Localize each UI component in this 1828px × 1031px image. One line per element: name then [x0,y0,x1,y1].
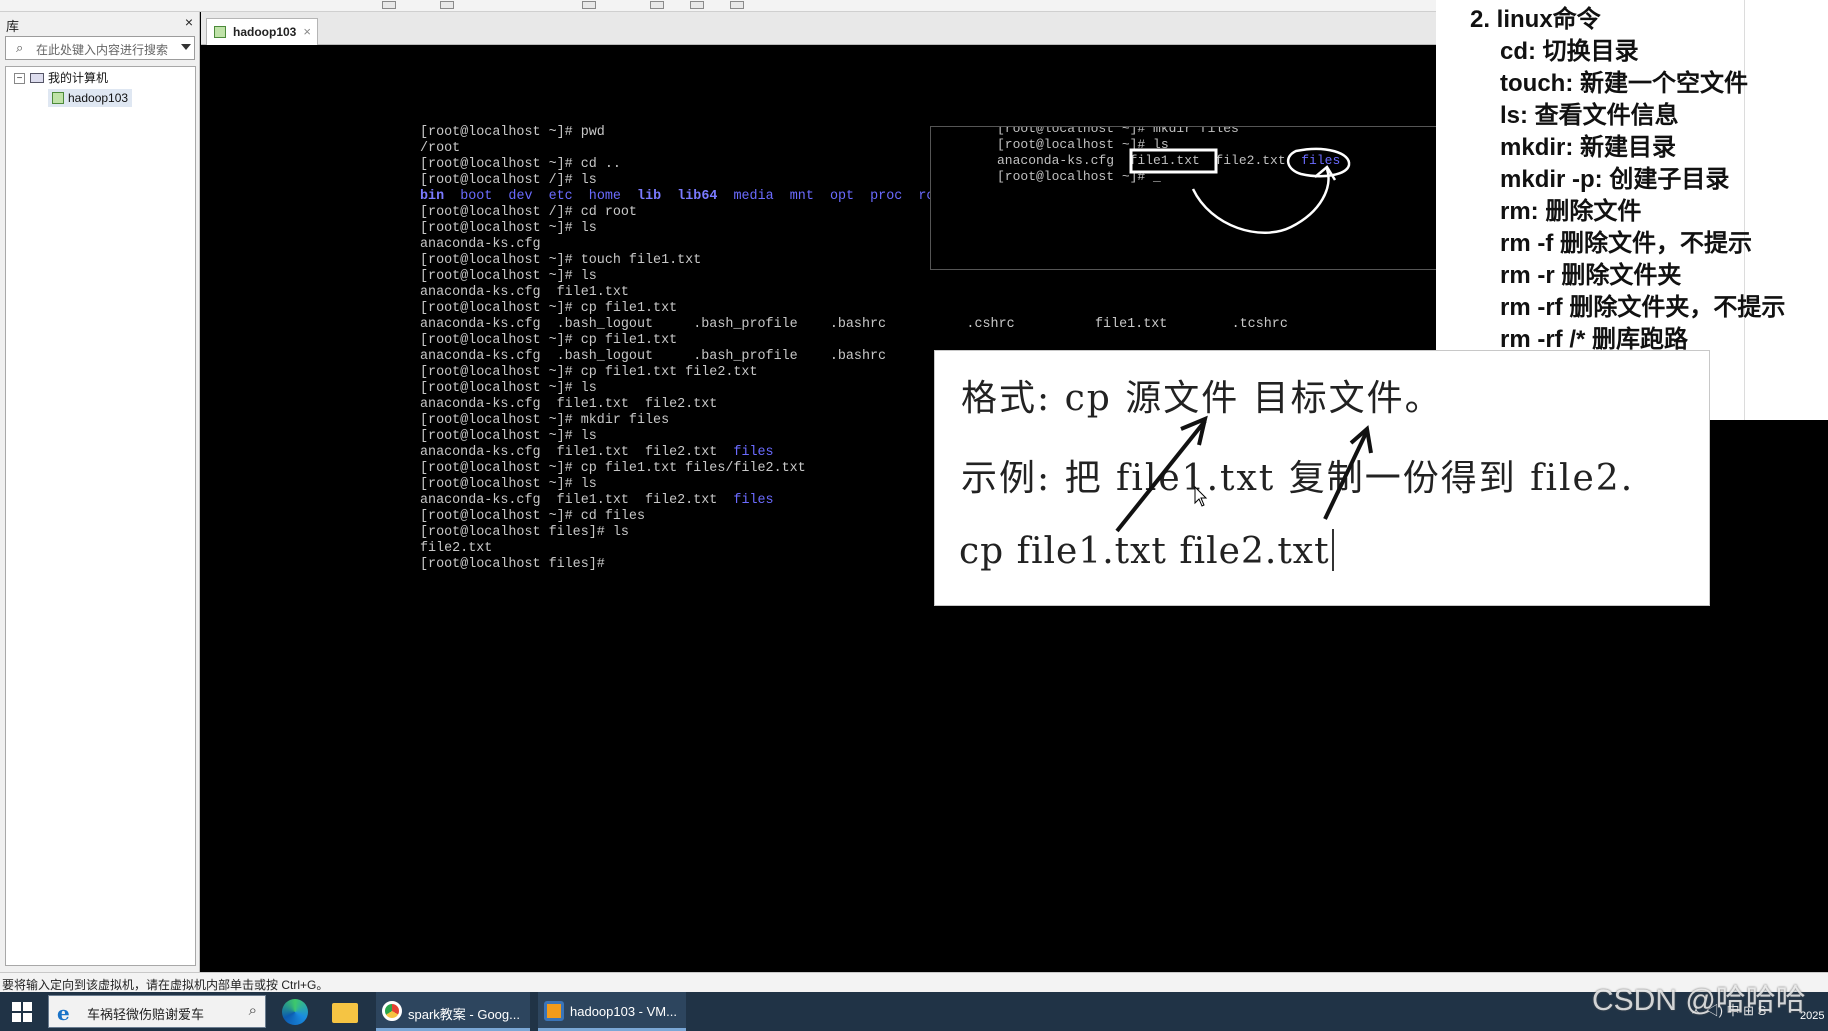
tab-close-icon[interactable]: × [303,24,311,39]
notes-item: rm -r 删除文件夹 [1500,262,1682,289]
tree-item-hadoop103[interactable]: hadoop103 [48,89,133,107]
library-tree: − 我的计算机 hadoop103 [5,66,196,966]
arrow-line [1323,430,1369,520]
notes-item: ls: 查看文件信息 [1500,102,1679,129]
curve-arrow [1191,168,1330,234]
file-explorer-icon[interactable] [332,1003,358,1023]
taskbar-app-chrome[interactable]: spark教案 - Goog... [376,992,530,1031]
terminal-line: [root@localhost ~]# cp file1.txt [420,301,678,316]
vm-tab-strip: hadoop103 × [201,12,1436,45]
search-icon: ⌕ [248,1002,257,1019]
windows-start-icon[interactable] [12,1002,32,1022]
toolbar-icon[interactable] [382,1,396,9]
mouse-pointer-icon [1194,486,1208,507]
notes-item: touch: 新建一个空文件 [1500,70,1748,97]
search-dropdown-icon[interactable] [181,44,191,50]
search-icon: ⌕ [16,40,24,55]
tab-label: hadoop103 [233,25,297,39]
library-panel: 库 × ⌕ 在此处键入内容进行搜索 − 我的计算机 hadoop103 [0,12,200,972]
cp-annotation-card: 格式: cp 源文件 目标文件。 示例: 把 file1.txt 复制一份得到 … [934,350,1710,606]
dir-entry: etc [548,189,573,204]
notes-item: rm -rf 删除文件夹，不提示 [1500,294,1786,321]
taskbar-search-text: 车祸轻微伤赔谢爱车 [87,1007,205,1022]
tree-item-label: 我的计算机 [48,71,109,85]
highlight-box [1129,148,1218,174]
toolbar-icon[interactable] [440,1,454,9]
dir-entry: dev [508,189,533,204]
notes-item: rm: 删除文件 [1500,198,1642,225]
tree-item-label: hadoop103 [68,91,129,105]
windows-taskbar: e 车祸轻微伤赔谢爱车 ⌕ spark教案 - Goog... hadoop10… [0,992,1828,1031]
notes-item: cd: 切换目录 [1500,38,1639,65]
card-arrows [1115,415,1373,533]
terminal-line: [root@localhost ~]# ls [420,269,597,284]
toolbar-icon[interactable] [582,1,596,9]
terminal-line: [root@localhost ~]# cp file1.txt [420,333,678,348]
notes-item: mkdir -p: 创建子目录 [1500,166,1730,193]
toolbar-icon[interactable] [690,1,704,9]
terminal-line: anaconda-ks.cfg file1.txt [420,285,629,300]
terminal-line: anaconda-ks.cfg .bash_logout .bash_profi… [420,317,1288,332]
csdn-watermark: CSDN @哈哈哈 [1592,984,1806,1017]
file-entries: anaconda-ks.cfg file1.txt file2.txt [420,493,734,508]
notes-title: 2. linux命令 [1470,6,1601,33]
dir-entry: proc [870,189,903,204]
edge-legacy-icon: e [57,1001,70,1025]
dir-entry: boot [460,189,493,204]
arrow-head [1314,165,1337,181]
vmware-toolbar [0,0,1436,12]
status-bar: 要将输入定向到该虚拟机，请在虚拟机内部单击或按 Ctrl+G。 [0,972,1828,992]
library-title: 库 [6,19,20,34]
library-search-placeholder: 在此处键入内容进行搜索 [36,43,169,57]
dir-entry: media [733,189,774,204]
file-entries: anaconda-ks.cfg file1.txt file2.txt [420,445,734,460]
dir-entry: bin [420,189,445,204]
notes-item: rm -f 删除文件，不提示 [1500,230,1752,257]
command-notes: 2. linux命令 cd: 切换目录 touch: 新建一个空文件 ls: 查… [1470,4,1785,356]
taskbar-app-label: spark教案 - Goog... [408,1007,520,1022]
computer-icon [30,73,44,83]
taskbar-app-label: hadoop103 - VM... [570,1004,677,1019]
toolbar-icon[interactable] [650,1,664,9]
taskbar-search-box[interactable]: e 车祸轻微伤赔谢爱车 ⌕ [48,995,266,1028]
dir-entry: mnt [789,189,814,204]
edge-browser-icon[interactable] [282,999,308,1025]
tab-hadoop103[interactable]: hadoop103 × [206,18,318,45]
vm-icon [52,92,64,104]
arrow-line [1115,419,1207,533]
vm-icon [214,26,226,38]
dir-entry: files [733,493,774,508]
taskbar-app-vmware[interactable]: hadoop103 - VM... [538,992,686,1031]
circle-mark [1286,147,1351,178]
toolbar-icon[interactable] [730,1,744,9]
dir-entry: lib [637,189,662,204]
handdrawn-annotation [1129,147,1351,234]
dir-entry: opt [829,189,855,204]
tree-collapse-icon[interactable]: − [14,73,25,84]
dir-entry: files [733,445,774,460]
terminal-zoom-overlay: [root@localhost ~]# mkdir files [root@loc… [930,126,1460,270]
tree-item-my-computer[interactable]: 我的计算机 [30,69,108,87]
notes-item: mkdir: 新建目录 [1500,134,1677,161]
vmware-icon [544,1001,564,1021]
library-close-icon[interactable]: × [185,14,193,30]
library-search-input[interactable]: ⌕ 在此处键入内容进行搜索 [5,36,195,60]
dir-entry: home [588,189,621,204]
chrome-icon [382,1001,402,1021]
dir-entry: lib64 [677,189,718,204]
